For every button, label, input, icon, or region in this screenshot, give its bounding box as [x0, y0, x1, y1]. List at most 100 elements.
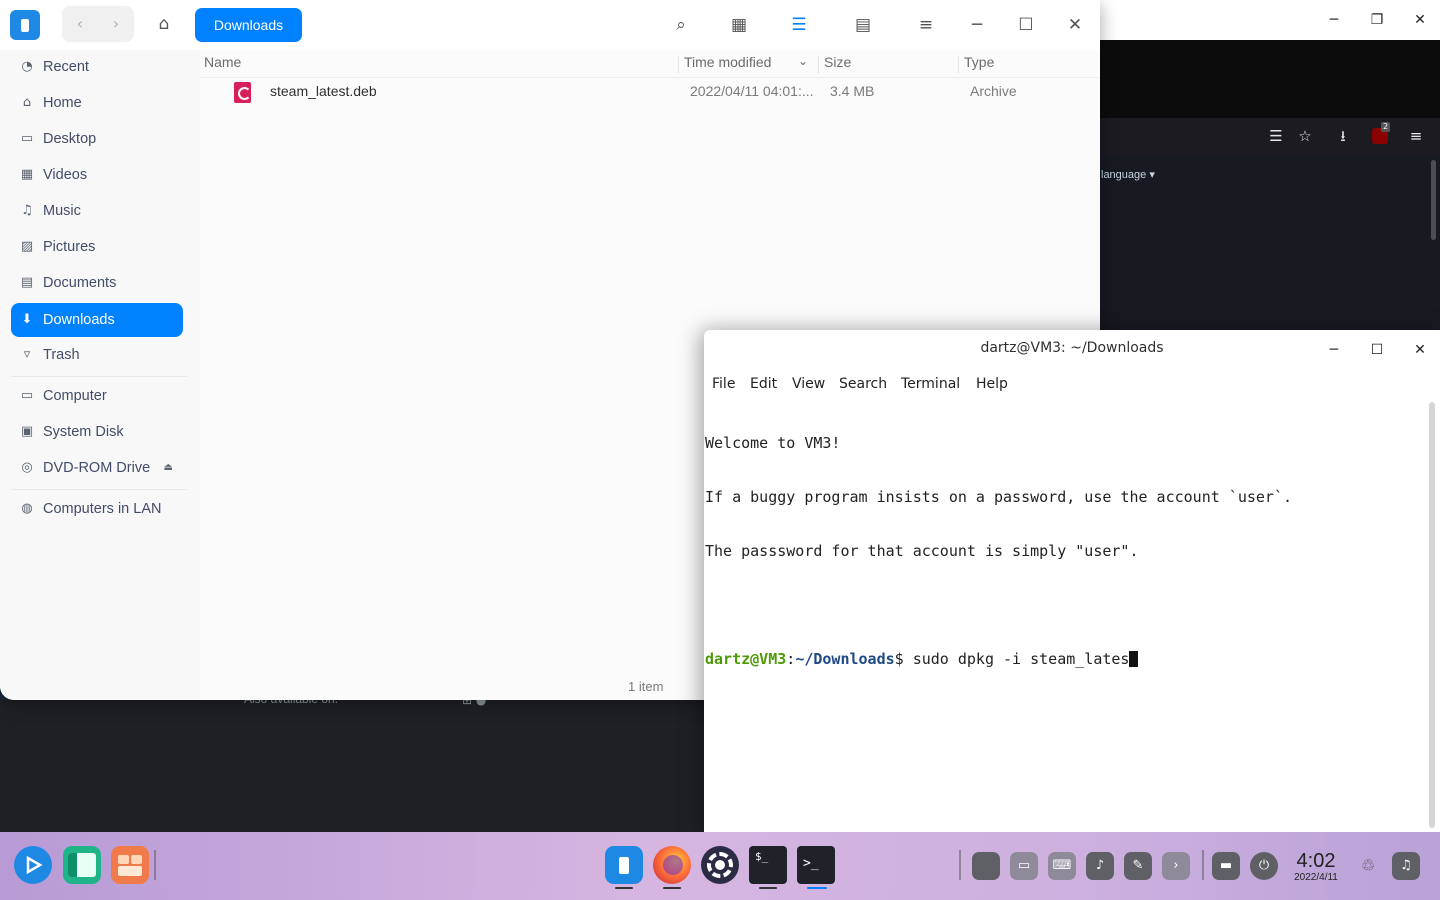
downloads-icon: ⬇ — [21, 312, 33, 327]
sidebar-item-dvd-rom[interactable]: ◎ DVD-ROM Drive ⏏ — [11, 451, 183, 485]
sidebar-item-music[interactable]: ♫ Music — [11, 194, 183, 228]
breadcrumb-downloads[interactable]: Downloads — [195, 8, 302, 42]
power-icon[interactable]: ⏻ — [1250, 852, 1278, 880]
reader-view-icon[interactable]: ☰ — [1263, 124, 1289, 148]
sidebar-item-computers-in-lan[interactable]: ◍ Computers in LAN — [11, 492, 183, 526]
browser-close-button[interactable]: ✕ — [1408, 8, 1432, 32]
terminal-window: dartz@VM3: ~/Downloads ─ ☐ ✕ File Edit V… — [704, 330, 1440, 832]
terminal-screen[interactable]: Welcome to VM3! If a buggy program insis… — [705, 398, 1427, 828]
file-manager-close-button[interactable]: ✕ — [1062, 12, 1088, 38]
sidebar-item-label: Computer — [43, 388, 107, 404]
terminal-output-line: The passsword for that account is simply… — [705, 542, 1139, 560]
command-input[interactable]: sudo dpkg -i steam_lates — [913, 650, 1130, 668]
details-view-button[interactable]: ▤ — [850, 12, 876, 38]
settings-gear-icon[interactable] — [701, 846, 739, 884]
sidebar-item-system-disk[interactable]: ▣ System Disk — [11, 415, 183, 449]
file-name[interactable]: steam_latest.deb — [270, 83, 377, 99]
firefox-icon[interactable] — [653, 846, 691, 884]
eject-icon[interactable]: ⏏ — [164, 451, 173, 485]
browser-restore-button[interactable]: ❐ — [1365, 8, 1389, 32]
browser-minimize-button[interactable]: ─ — [1322, 8, 1346, 32]
column-header-name[interactable]: Name — [204, 54, 241, 70]
notification-bell-icon[interactable]: ♫ — [1392, 852, 1420, 880]
terminal-scrollbar[interactable] — [1429, 402, 1435, 828]
app-store-icon[interactable] — [111, 846, 149, 884]
tray-window-icon[interactable]: ▭ — [1010, 852, 1038, 880]
sidebar-item-label: Documents — [43, 275, 117, 291]
trash-icon: ▿ — [23, 347, 31, 362]
file-time-modified: 2022/04/11 04:01:... — [690, 83, 814, 99]
network-icon: ◍ — [21, 501, 33, 516]
terminal-output-line: Welcome to VM3! — [705, 434, 841, 452]
browser-toolbar: ☰ ☆ ⭳ 2 ≡ — [1100, 118, 1440, 154]
file-manager-menu-button[interactable]: ≡ — [913, 12, 939, 38]
file-manager-icon[interactable] — [605, 846, 643, 884]
terminal-prompt-line[interactable]: dartz@VM3:~/Downloads$ sudo dpkg -i stea… — [705, 650, 1427, 668]
search-icon[interactable]: ⌕ — [668, 12, 694, 38]
videos-icon: ▦ — [20, 167, 34, 182]
desktop-icon: ▭ — [20, 131, 34, 146]
sidebar-item-label: Desktop — [43, 131, 97, 147]
terminal-maximize-button[interactable]: ☐ — [1365, 338, 1389, 362]
browser-menu-icon[interactable]: ≡ — [1403, 124, 1429, 148]
bookmark-star-icon[interactable]: ☆ — [1292, 124, 1318, 148]
keyboard-icon[interactable]: ⌨ — [1048, 852, 1076, 880]
language-dropdown[interactable]: language ▾ — [1099, 168, 1155, 182]
prompt-separator: : — [786, 650, 796, 668]
menu-file[interactable]: File — [712, 376, 735, 392]
home-button[interactable]: ⌂ — [146, 6, 182, 42]
sidebar-item-downloads[interactable]: ⬇ Downloads — [11, 303, 183, 337]
volume-icon[interactable]: ♪ — [1086, 852, 1114, 880]
list-view-button[interactable]: ☰ — [786, 12, 812, 38]
sidebar-item-desktop[interactable]: ▭ Desktop — [11, 122, 183, 156]
forward-button[interactable]: › — [98, 6, 134, 42]
sidebar-item-pictures[interactable]: ▨ Pictures — [11, 230, 183, 264]
file-type: Archive — [970, 83, 1017, 99]
menu-search[interactable]: Search — [839, 376, 887, 392]
back-button[interactable]: ‹ — [62, 6, 98, 42]
dock-separator — [1202, 850, 1204, 880]
browser-scrollbar[interactable] — [1431, 160, 1436, 240]
sort-chevron-down-icon[interactable]: ⌄ — [798, 54, 808, 68]
sidebar-item-videos[interactable]: ▦ Videos — [11, 158, 183, 192]
screenshot-pen-icon[interactable]: ✎ — [1124, 852, 1152, 880]
sidebar-item-recent[interactable]: ◔ Recent — [11, 50, 183, 84]
downloads-icon[interactable]: ⭳ — [1330, 124, 1356, 148]
tray-expand-icon[interactable]: › — [1162, 852, 1190, 880]
multitasking-view-icon[interactable] — [63, 846, 101, 884]
sidebar-item-computer[interactable]: ▭ Computer — [11, 379, 183, 413]
file-manager-maximize-button[interactable]: ☐ — [1013, 12, 1039, 38]
menu-terminal[interactable]: Terminal — [901, 376, 960, 392]
column-header-type[interactable]: Type — [964, 54, 994, 70]
sidebar-item-label: DVD-ROM Drive — [43, 460, 151, 476]
column-header-size[interactable]: Size — [824, 54, 851, 70]
documents-icon: ▤ — [20, 275, 34, 290]
running-indicator — [663, 887, 681, 889]
menu-help[interactable]: Help — [976, 376, 1008, 392]
item-count-status: 1 item — [628, 679, 664, 694]
ublock-extension-icon[interactable]: 2 — [1367, 122, 1393, 148]
sidebar-item-trash[interactable]: ▿ Trash — [11, 338, 183, 372]
column-separator — [678, 56, 679, 74]
terminal-output-line: If a buggy program insists on a password… — [705, 488, 1292, 506]
music-icon: ♫ — [21, 203, 33, 218]
terminal-app-icon[interactable]: $_ — [749, 846, 787, 884]
home-icon: ⌂ — [22, 95, 32, 110]
terminal-minimize-button[interactable]: ─ — [1322, 338, 1346, 362]
dvd-icon: ◎ — [21, 460, 33, 475]
prompt-symbol: $ — [894, 650, 913, 668]
sidebar-item-documents[interactable]: ▤ Documents — [11, 266, 183, 300]
menu-edit[interactable]: Edit — [750, 376, 777, 392]
terminal-close-button[interactable]: ✕ — [1408, 338, 1432, 362]
sidebar-item-home[interactable]: ⌂ Home — [11, 86, 183, 120]
tray-app-icon[interactable] — [972, 852, 1000, 880]
launcher-icon[interactable] — [14, 846, 52, 884]
trash-bin-icon[interactable]: ♲ — [1354, 852, 1382, 880]
column-header-time-modified[interactable]: Time modified — [684, 54, 771, 70]
file-manager-minimize-button[interactable]: ─ — [964, 12, 990, 38]
icon-view-button[interactable]: ▦ — [726, 12, 752, 38]
menu-view[interactable]: View — [792, 376, 825, 392]
clock[interactable]: 4:02 2022/4/11 — [1291, 850, 1341, 884]
deepin-terminal-icon[interactable]: >_ — [797, 846, 835, 884]
onscreen-keyboard-icon[interactable]: ▬ — [1212, 852, 1240, 880]
